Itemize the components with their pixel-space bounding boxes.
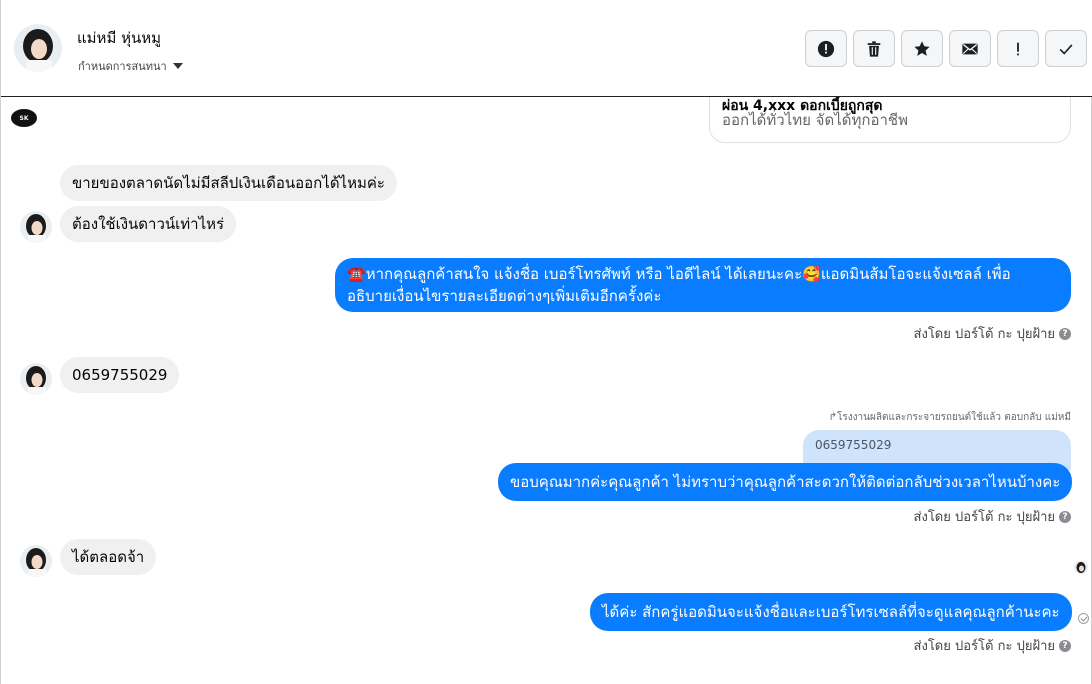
check-icon [1059, 43, 1073, 55]
page-logo: SK [11, 109, 37, 127]
sent-by-label: ส่งโดย ปอร์โต้ กะ ปุยฝ้าย? [914, 323, 1071, 344]
help-icon[interactable]: ? [1059, 327, 1071, 340]
sent-check-icon [1078, 613, 1089, 624]
incoming-message[interactable]: 0659755029 [60, 357, 180, 393]
smiling-hearts-emoji-icon: 🥰 [802, 265, 821, 283]
reply-note: ↱โรงงานผลิตและกระจายรถยนต์ใช้แล้ว ตอบกลั… [829, 410, 1071, 425]
sent-by-text: ส่งโดย ปอร์โต้ กะ ปุยฝ้าย [913, 639, 1055, 654]
sent-by-text: ส่งโดย ปอร์โต้ กะ ปุยฝ้าย [913, 510, 1055, 525]
reply-note-text: โรงงานผลิตและกระจายรถยนต์ใช้แล้ว ตอบกลับ… [837, 412, 1071, 423]
help-icon[interactable]: ? [1059, 639, 1071, 652]
important-button[interactable] [997, 30, 1039, 67]
contact-avatar-small[interactable] [20, 363, 52, 395]
phone-emoji-icon: ☎️ [347, 265, 366, 283]
outgoing-message[interactable]: ☎️หากคุณลูกค้าสนใจ แจ้งชื่อ เบอร์โทรศัพท… [335, 258, 1071, 312]
trash-icon [867, 40, 881, 57]
star-icon [914, 40, 930, 56]
schedule-label: กำหนดการสนทนา [78, 60, 167, 73]
help-icon[interactable]: ? [1059, 510, 1071, 523]
done-button[interactable] [1045, 30, 1087, 67]
outgoing-message[interactable]: ได้ค่ะ สักครู่แอดมินจะแจ้งชื่อและเบอร์โท… [590, 593, 1072, 631]
message-text: แอดมินส้มโอจะแจ้งเซลล์ เพื่อ [820, 265, 1011, 283]
incoming-message[interactable]: ขายของตลาดนัดไม่มีสลีปเงินเดือนออกได้ไหม… [60, 165, 397, 201]
caret-down-icon [172, 63, 183, 69]
seen-avatar [1074, 560, 1088, 574]
envelope-icon [962, 43, 978, 54]
ad-card[interactable]: ผ่อน 4,xxx ดอกเบี้ยถูกสุด ออกได้ทั่วไทย … [709, 97, 1071, 143]
incoming-message[interactable]: ต้องใช้เงินดาวน์เท่าไหร่ [60, 206, 237, 242]
contact-avatar-small[interactable] [20, 211, 52, 243]
delete-button[interactable] [853, 30, 895, 67]
star-button[interactable] [901, 30, 943, 67]
report-button[interactable] [805, 30, 847, 67]
contact-avatar[interactable] [14, 24, 62, 72]
contact-name[interactable]: แม่หมี หุ่นหมู [77, 26, 161, 50]
incoming-message[interactable]: ได้ตลอดจ้า [60, 539, 157, 575]
ad-card-subtitle: ออกได้ทั่วไทย จัดได้ทุกอาชีพ [722, 111, 908, 129]
alert-circle-icon [817, 40, 835, 57]
conversation-schedule-dropdown[interactable]: กำหนดการสนทนา [78, 57, 183, 75]
exclamation-icon [1017, 42, 1019, 55]
contact-avatar-small[interactable] [20, 545, 52, 577]
header-actions [805, 30, 1087, 67]
outgoing-message[interactable]: ขอบคุณมากค่ะคุณลูกค้า ไม่ทราบว่าคุณลูกค้… [498, 463, 1073, 501]
sent-by-text: ส่งโดย ปอร์โต้ กะ ปุยฝ้าย [913, 327, 1055, 342]
message-text: หากคุณลูกค้าสนใจ แจ้งชื่อ เบอร์โทรศัพท์ … [365, 265, 803, 283]
sent-by-label: ส่งโดย ปอร์โต้ กะ ปุยฝ้าย? [914, 635, 1071, 656]
message-thread[interactable]: ผ่อน 4,xxx ดอกเบี้ยถูกสุด ออกได้ทั่วไทย … [1, 97, 1092, 684]
mail-button[interactable] [949, 30, 991, 67]
reply-arrow-icon: ↱ [828, 412, 838, 423]
message-text: อธิบายเงื่อนไขรายละเอียดต่างๆเพิ่มเติมอี… [347, 287, 662, 305]
conversation-header: แม่หมี หุ่นหมู กำหนดการสนทนา [1, 0, 1092, 97]
sent-by-label: ส่งโดย ปอร์โต้ กะ ปุยฝ้าย? [914, 506, 1071, 527]
messenger-window: แม่หมี หุ่นหมู กำหนดการสนทนา ผ่อน 4,xxx … [0, 0, 1092, 684]
